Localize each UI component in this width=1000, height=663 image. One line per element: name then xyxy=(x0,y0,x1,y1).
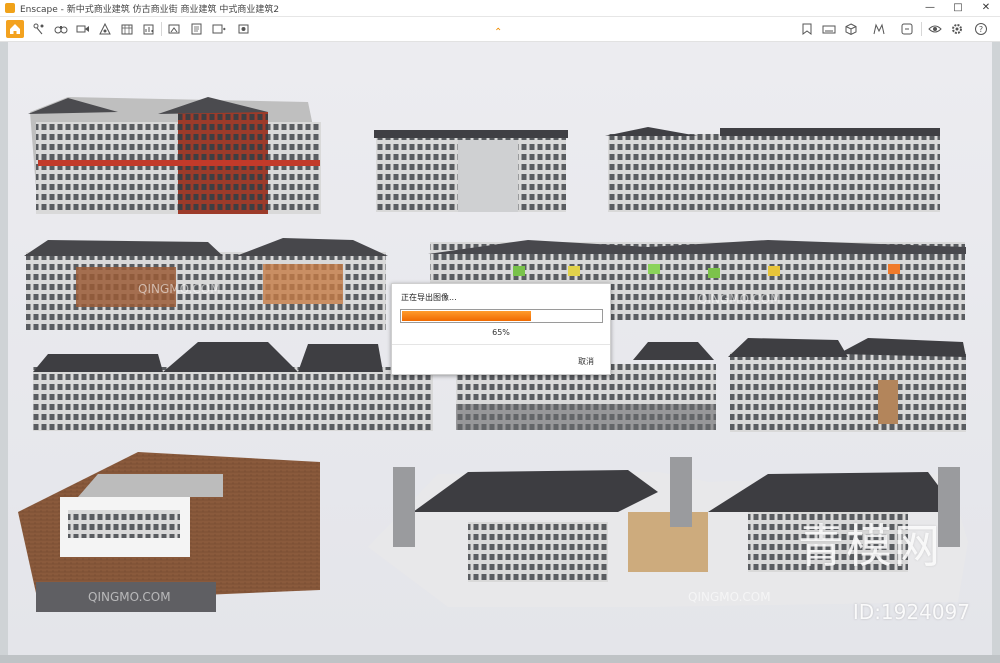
help-icon[interactable]: ? xyxy=(972,20,990,38)
cube-icon[interactable] xyxy=(842,20,860,38)
export-icon[interactable] xyxy=(210,20,228,38)
export-progress-dialog: 正在导出图像... 65% 取消 xyxy=(391,283,611,375)
tag-icon[interactable] xyxy=(898,20,916,38)
maximize-button[interactable]: □ xyxy=(944,1,972,15)
watermark-small: QINGMO.COM xyxy=(688,590,771,604)
watermark-small: QINGMO.COM xyxy=(698,292,781,306)
gear-icon[interactable] xyxy=(948,20,966,38)
hand-icon[interactable] xyxy=(96,20,114,38)
eye-icon[interactable] xyxy=(926,20,944,38)
building-9 xyxy=(18,452,320,612)
building-8 xyxy=(728,338,966,432)
batch-icon[interactable] xyxy=(870,20,888,38)
building-6 xyxy=(33,342,433,431)
cancel-button[interactable]: 取消 xyxy=(578,356,594,367)
building-1 xyxy=(28,97,321,214)
collapse-toolbar-chevron-icon[interactable]: ⌃ xyxy=(494,27,502,38)
minimize-button[interactable]: — xyxy=(916,1,944,15)
export-message: 正在导出图像... xyxy=(401,293,457,302)
id-watermark: ID:1924097 xyxy=(852,600,970,624)
brand-watermark: 青模网 xyxy=(798,519,942,573)
walk-icon[interactable] xyxy=(30,20,48,38)
binoculars-icon[interactable] xyxy=(52,20,70,38)
bottom-strip xyxy=(0,655,1000,663)
chart-icon[interactable] xyxy=(140,20,158,38)
video-icon[interactable] xyxy=(74,20,92,38)
document-icon[interactable] xyxy=(188,20,206,38)
map-icon[interactable] xyxy=(118,20,136,38)
window-title: Enscape - 新中式商业建筑 仿古商业街 商业建筑 中式商业建筑2 xyxy=(20,5,280,15)
progress-percent: 65% xyxy=(492,328,510,337)
building-2 xyxy=(374,130,568,212)
dialog-divider xyxy=(392,344,610,345)
watermark-small: QINGMO.COM xyxy=(138,282,221,296)
close-button[interactable]: ✕ xyxy=(972,1,1000,15)
panorama-icon[interactable] xyxy=(820,20,838,38)
svg-text:?: ? xyxy=(979,25,983,34)
asset-library-icon[interactable] xyxy=(798,20,816,38)
progress-bar xyxy=(400,309,603,323)
image-icon[interactable] xyxy=(166,20,184,38)
watermark-small: QINGMO.COM xyxy=(88,590,171,604)
title-bar: Enscape - 新中式商业建筑 仿古商业街 商业建筑 中式商业建筑2 — □… xyxy=(0,0,1000,17)
render-icon[interactable] xyxy=(236,20,254,38)
enscape-logo-icon xyxy=(5,3,15,13)
building-3 xyxy=(605,127,940,212)
progress-fill xyxy=(402,311,531,321)
home-icon[interactable] xyxy=(6,20,24,38)
